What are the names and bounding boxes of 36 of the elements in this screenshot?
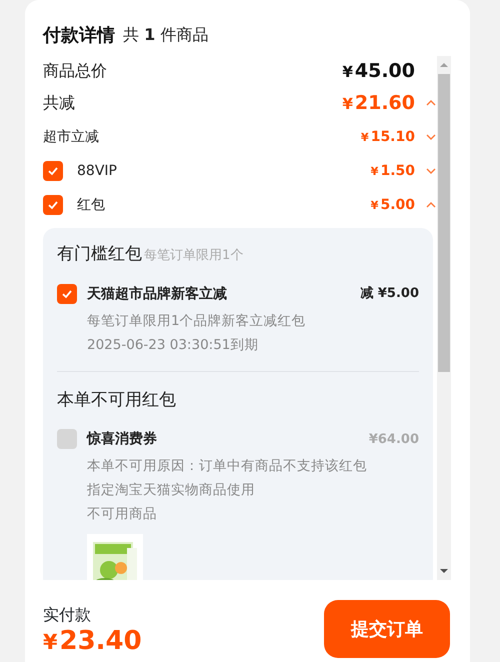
coupon-detail: 2025-06-23 03:30:51到期	[87, 336, 260, 354]
coupon-value: 减 ¥5.00	[360, 285, 419, 304]
coupon-name: 天猫超市品牌新客立减	[87, 284, 227, 304]
row-label: 超市立减	[43, 128, 100, 146]
row-label: 红包	[77, 196, 106, 214]
section-title: 付款详情	[43, 24, 115, 48]
coupon-value: ¥64.00	[368, 430, 419, 449]
discount-amount: ¥21.60	[342, 90, 415, 116]
section-heading: 本单不可用红包	[57, 388, 176, 412]
price-text: ¥45.00	[342, 58, 415, 84]
total-label: 实付款	[43, 604, 92, 626]
checkmark-icon	[47, 165, 59, 177]
submit-order-button[interactable]: 提交订单	[324, 600, 450, 658]
coupon-detail: 不可用商品	[87, 505, 158, 524]
scroll-up-icon[interactable]	[440, 62, 448, 68]
coupon-detail: 指定淘宝天猫实物商品使用	[87, 481, 256, 500]
row-label: 共减	[43, 92, 76, 114]
checkbox[interactable]	[43, 161, 63, 181]
discount-amount: ¥5.00	[370, 196, 415, 214]
checkbox[interactable]	[43, 195, 63, 215]
checkbox[interactable]	[57, 284, 77, 304]
coupon-detail: 本单不可用原因：订单中有商品不支持该红包	[87, 457, 368, 476]
coupon-detail: 每笔订单限用1个品牌新客立减红包	[87, 312, 307, 330]
discount-amount: ¥1.50	[370, 162, 415, 180]
checkmark-icon	[61, 288, 73, 300]
discount-amount: ¥15.10	[360, 128, 415, 146]
row-label: 88VIP	[77, 162, 118, 180]
checkmark-icon	[47, 199, 59, 211]
scroll-down-icon[interactable]	[440, 568, 448, 574]
scrollbar[interactable]	[437, 56, 451, 580]
total-price: ¥23.40	[43, 626, 142, 656]
section-note: 每笔订单限用1个	[144, 247, 244, 265]
section-heading: 有门槛红包	[57, 243, 142, 266]
item-count: 共 1 件商品	[123, 24, 208, 46]
row-label: 商品总价	[43, 60, 108, 82]
coupon-name: 惊喜消费券	[87, 430, 157, 449]
